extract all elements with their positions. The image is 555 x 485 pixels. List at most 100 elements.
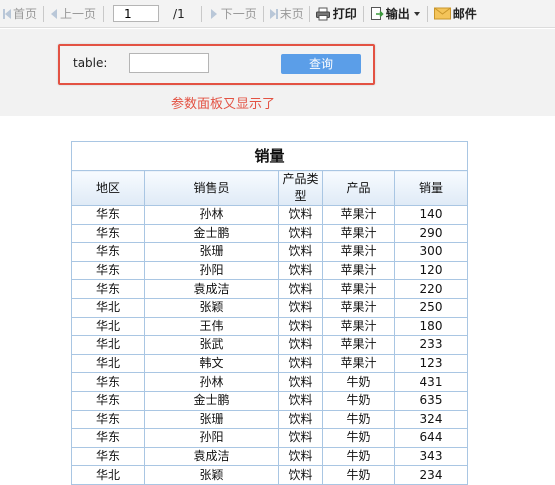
table-row: 华东 袁成洁 饮料 牛奶 343 bbox=[71, 446, 468, 467]
header-cell: 销量 bbox=[394, 170, 468, 206]
table-row: 华东 孙林 饮料 苹果汁 140 bbox=[71, 205, 468, 225]
table-cell: 张武 bbox=[144, 335, 279, 355]
page-number-input[interactable] bbox=[113, 5, 160, 22]
table-cell: 饮料 bbox=[278, 223, 323, 244]
table-cell: 华北 bbox=[71, 465, 145, 485]
first-page-icon bbox=[3, 8, 11, 19]
header-cell: 产品类型 bbox=[278, 170, 323, 206]
last-page-label: 末页 bbox=[279, 7, 304, 21]
annotation-note: 参数面板又显示了 bbox=[171, 97, 276, 112]
table-cell: 635 bbox=[394, 390, 468, 411]
next-page-button[interactable]: 下一页 bbox=[210, 0, 257, 28]
table-row: 华东 张珊 饮料 牛奶 324 bbox=[71, 409, 468, 430]
print-label: 打印 bbox=[332, 7, 357, 21]
table-cell: 343 bbox=[394, 446, 468, 467]
next-page-label: 下一页 bbox=[220, 7, 257, 21]
table-cell: 华东 bbox=[71, 428, 145, 448]
table-row: 华东 金士鹏 饮料 牛奶 635 bbox=[71, 390, 468, 411]
table-cell: 华北 bbox=[71, 316, 145, 337]
table-cell: 苹果汁 bbox=[322, 335, 395, 355]
table-cell: 王伟 bbox=[144, 316, 279, 337]
table-cell: 袁成洁 bbox=[144, 279, 279, 299]
table-cell: 180 bbox=[394, 316, 468, 337]
table-cell: 孙林 bbox=[144, 205, 279, 225]
table-param-input[interactable] bbox=[129, 53, 209, 73]
header-cell: 销售员 bbox=[144, 170, 279, 206]
table-cell: 华东 bbox=[71, 205, 145, 225]
table-cell: 140 bbox=[394, 205, 468, 225]
table-cell: 饮料 bbox=[278, 409, 323, 430]
query-button[interactable]: 查询 bbox=[281, 54, 361, 74]
table-cell: 饮料 bbox=[278, 353, 323, 374]
mail-button[interactable]: 邮件 bbox=[433, 0, 477, 28]
table-cell: 苹果汁 bbox=[322, 260, 395, 281]
table-cell: 123 bbox=[394, 353, 468, 374]
export-button[interactable]: 输出 bbox=[370, 0, 420, 28]
table-cell: 牛奶 bbox=[322, 428, 395, 448]
table-cell: 华东 bbox=[71, 409, 145, 430]
header-cell: 产品 bbox=[322, 170, 395, 206]
table-cell: 苹果汁 bbox=[322, 279, 395, 299]
table-cell: 孙阳 bbox=[144, 260, 279, 281]
next-page-icon bbox=[210, 8, 217, 19]
table-cell: 张珊 bbox=[144, 242, 279, 262]
table-cell: 张颖 bbox=[144, 465, 279, 485]
table-cell: 牛奶 bbox=[322, 465, 395, 485]
table-cell: 韩文 bbox=[144, 353, 279, 374]
table-row: 华北 王伟 饮料 苹果汁 180 bbox=[71, 316, 468, 337]
print-button[interactable]: 打印 bbox=[315, 0, 357, 28]
table-cell: 饮料 bbox=[278, 446, 323, 467]
first-page-button[interactable]: 首页 bbox=[3, 0, 37, 28]
table-cell: 华东 bbox=[71, 242, 145, 262]
table-cell: 饮料 bbox=[278, 242, 323, 262]
table-cell: 644 bbox=[394, 428, 468, 448]
table-cell: 华东 bbox=[71, 372, 145, 392]
table-cell: 孙林 bbox=[144, 372, 279, 392]
prev-page-label: 上一页 bbox=[60, 7, 97, 21]
table-row: 华北 张颖 饮料 苹果汁 250 bbox=[71, 297, 468, 318]
printer-icon bbox=[315, 7, 331, 21]
report-title: 销量 bbox=[71, 141, 468, 171]
table-row: 华东 张珊 饮料 苹果汁 300 bbox=[71, 242, 468, 262]
table-row: 华东 袁成洁 饮料 苹果汁 220 bbox=[71, 279, 468, 299]
last-page-button[interactable]: 末页 bbox=[269, 0, 304, 28]
table-cell: 华东 bbox=[71, 223, 145, 244]
page-total: /1 bbox=[173, 0, 185, 28]
table-cell: 220 bbox=[394, 279, 468, 299]
prev-page-button[interactable]: 上一页 bbox=[51, 0, 96, 28]
toolbar-divider bbox=[426, 5, 428, 22]
page-total-label: /1 bbox=[173, 6, 185, 21]
table-cell: 苹果汁 bbox=[322, 353, 395, 374]
header-row: 地区 销售员 产品类型 产品 销量 bbox=[71, 170, 468, 206]
last-page-icon bbox=[269, 8, 278, 19]
table-cell: 饮料 bbox=[278, 316, 323, 337]
table-cell: 饮料 bbox=[278, 335, 323, 355]
table-cell: 300 bbox=[394, 242, 468, 262]
table-cell: 324 bbox=[394, 409, 468, 430]
table-cell: 华北 bbox=[71, 353, 145, 374]
table-row: 华东 孙阳 饮料 牛奶 644 bbox=[71, 428, 468, 448]
chevron-down-icon bbox=[413, 11, 420, 16]
table-cell: 苹果汁 bbox=[322, 205, 395, 225]
toolbar-divider bbox=[308, 5, 310, 22]
table-row: 华北 张颖 饮料 牛奶 234 bbox=[71, 465, 468, 485]
table-cell: 饮料 bbox=[278, 260, 323, 281]
table-row: 华北 韩文 饮料 苹果汁 123 bbox=[71, 353, 468, 374]
export-icon bbox=[370, 6, 384, 21]
toolbar-divider bbox=[43, 5, 45, 22]
prev-page-icon bbox=[51, 8, 58, 19]
table-cell: 饮料 bbox=[278, 465, 323, 485]
sales-report-table: 销量 地区 销售员 产品类型 产品 销量 华东 孙林 饮料 苹果汁 140 华东 金士鹏 饮料… bbox=[71, 141, 468, 485]
table-cell: 孙阳 bbox=[144, 428, 279, 448]
table-cell: 120 bbox=[394, 260, 468, 281]
table-cell: 290 bbox=[394, 223, 468, 244]
table-cell: 张珊 bbox=[144, 409, 279, 430]
table-cell: 华北 bbox=[71, 297, 145, 318]
table-cell: 431 bbox=[394, 372, 468, 392]
table-cell: 华东 bbox=[71, 390, 145, 411]
header-cell: 地区 bbox=[71, 170, 145, 206]
toolbar-divider bbox=[200, 5, 202, 22]
table-cell: 苹果汁 bbox=[322, 297, 395, 318]
report-toolbar: 首页 上一页 /1 下一页 末页 打印 bbox=[0, 0, 555, 28]
table-cell: 250 bbox=[394, 297, 468, 318]
